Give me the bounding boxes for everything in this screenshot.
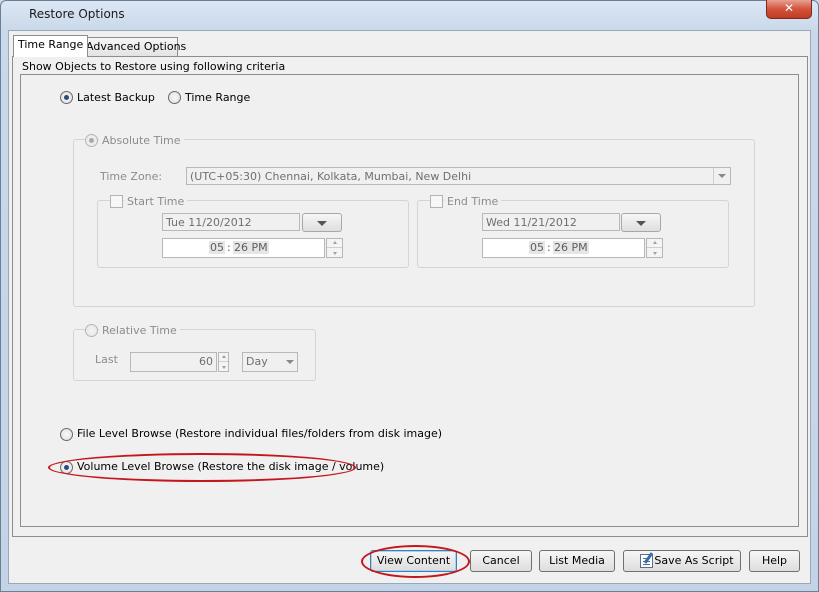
unit-value: Day (246, 355, 268, 368)
time-range-label[interactable]: Time Range (185, 91, 250, 104)
start-time-spinner[interactable] (326, 238, 343, 258)
spin-up-icon[interactable] (327, 239, 342, 248)
end-time-spinner[interactable] (646, 238, 663, 258)
start-hour[interactable]: 05 (209, 241, 225, 254)
last-value-input[interactable]: 60 (130, 352, 217, 372)
close-icon: ✕ (783, 1, 795, 15)
start-date-dropdown-button[interactable] (302, 213, 342, 232)
start-time-separator: : (227, 241, 231, 254)
relative-time-label[interactable]: Relative Time (99, 324, 180, 337)
script-pencil-icon (640, 554, 653, 568)
last-value-spinner[interactable] (218, 352, 229, 372)
absolute-time-label[interactable]: Absolute Time (99, 134, 184, 147)
close-button[interactable]: ✕ (766, 0, 812, 19)
absolute-time-radio[interactable] (85, 134, 98, 147)
end-time-label[interactable]: End Time (444, 195, 502, 208)
start-time-checkbox[interactable] (110, 195, 123, 208)
start-date-field[interactable]: Tue 11/20/2012 (162, 213, 300, 231)
start-minute-ampm[interactable]: 26 PM (233, 241, 269, 254)
start-time-label[interactable]: Start Time (124, 195, 188, 208)
spin-down-icon[interactable] (219, 362, 228, 371)
criteria-label: Show Objects to Restore using following … (22, 60, 286, 73)
file-level-browse-label[interactable]: File Level Browse (Restore individual fi… (77, 427, 442, 440)
chevron-down-icon (317, 220, 327, 226)
cancel-button[interactable]: Cancel (470, 550, 532, 572)
chevron-down-icon (717, 174, 726, 178)
volume-level-browse-label[interactable]: Volume Level Browse (Restore the disk im… (77, 460, 384, 473)
tab-time-range[interactable]: Time Range (13, 35, 89, 57)
chevron-down-icon (636, 220, 646, 226)
chevron-down-icon (286, 360, 294, 364)
relative-time-radio[interactable] (85, 324, 98, 337)
last-label: Last (95, 353, 118, 366)
spin-up-icon[interactable] (647, 239, 662, 248)
window-title: Restore Options (29, 7, 125, 21)
list-media-button[interactable]: List Media (539, 550, 615, 572)
time-zone-label: Time Zone: (100, 170, 163, 183)
end-date-dropdown-button[interactable] (621, 213, 661, 232)
time-range-radio[interactable] (168, 91, 181, 104)
tab-advanced-options[interactable]: Advanced Options (81, 37, 186, 56)
end-hour[interactable]: 05 (529, 241, 545, 254)
spin-down-icon[interactable] (647, 248, 662, 257)
start-date-value: Tue 11/20/2012 (166, 216, 252, 229)
save-as-script-label: Save As Script (654, 554, 734, 567)
end-time-field[interactable]: 05 : 26 PM (482, 238, 645, 258)
save-as-script-button[interactable]: Save As Script (623, 550, 741, 572)
spin-down-icon[interactable] (327, 248, 342, 257)
volume-level-browse-radio[interactable] (60, 461, 73, 474)
last-value: 60 (199, 355, 213, 368)
latest-backup-label[interactable]: Latest Backup (77, 91, 155, 104)
time-zone-dropdown-arrow[interactable] (713, 168, 729, 184)
file-level-browse-radio[interactable] (60, 428, 73, 441)
spin-up-icon[interactable] (219, 353, 228, 362)
end-date-field[interactable]: Wed 11/21/2012 (482, 213, 620, 231)
end-time-separator: : (547, 241, 551, 254)
time-zone-value: (UTC+05:30) Chennai, Kolkata, Mumbai, Ne… (190, 170, 472, 183)
end-date-value: Wed 11/21/2012 (486, 216, 577, 229)
latest-backup-radio[interactable] (60, 91, 73, 104)
time-zone-select[interactable]: (UTC+05:30) Chennai, Kolkata, Mumbai, Ne… (186, 167, 731, 185)
view-content-button[interactable]: View Content (370, 550, 457, 572)
help-button[interactable]: Help (749, 550, 800, 572)
end-minute-ampm[interactable]: 26 PM (553, 241, 589, 254)
unit-select[interactable]: Day (242, 352, 298, 372)
start-time-field[interactable]: 05 : 26 PM (162, 238, 325, 258)
end-time-checkbox[interactable] (430, 195, 443, 208)
